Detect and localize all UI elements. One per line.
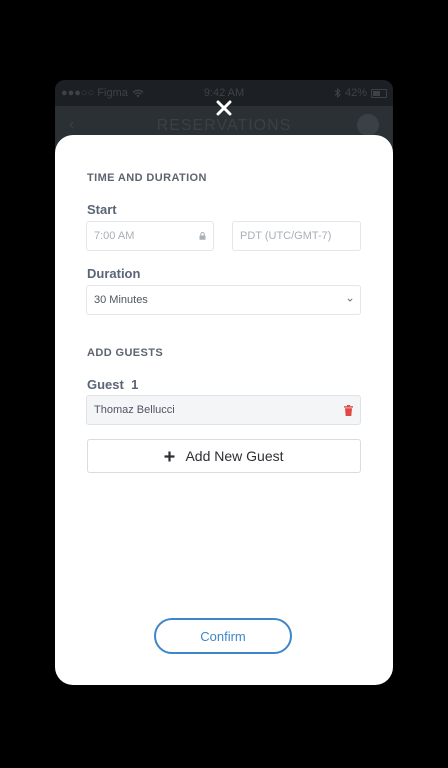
time-duration-heading: TIME AND DURATION (87, 172, 207, 184)
start-label: Start (87, 202, 117, 217)
lock-icon (199, 232, 206, 240)
duration-label: Duration (87, 266, 141, 281)
timezone-placeholder: PDT (UTC/GMT-7) (240, 230, 332, 242)
add-guests-heading: ADD GUESTS (87, 347, 164, 359)
start-time-value: 7:00 AM (94, 230, 135, 242)
close-icon (216, 100, 232, 116)
add-new-guest-label: Add New Guest (185, 448, 284, 464)
guest-1-field[interactable]: Thomaz Bellucci (86, 395, 361, 425)
confirm-label: Confirm (200, 628, 246, 644)
start-time-field[interactable]: 7:00 AM (86, 221, 214, 251)
avatar (357, 114, 379, 136)
plus-icon (164, 451, 175, 461)
guest-1-name: Thomaz Bellucci (94, 404, 175, 416)
duration-value: 30 Minutes (94, 294, 148, 306)
battery-icon (371, 88, 387, 98)
trash-icon (344, 404, 353, 416)
duration-select[interactable]: 30 Minutes (86, 285, 361, 315)
confirm-button[interactable]: Confirm (154, 618, 292, 654)
close-button[interactable] (210, 94, 238, 122)
add-new-guest-button[interactable]: Add New Guest (87, 439, 361, 473)
reservation-modal: TIME AND DURATION Start 7:00 AM PDT (UTC… (55, 135, 393, 685)
delete-guest-button[interactable] (344, 404, 353, 416)
chevron-down-icon (347, 298, 353, 302)
screen: ●●●○○ Figma 9:42 AM 42% ‹ RESERVATIONS T… (0, 0, 448, 768)
guest-1-label: Guest 1 (87, 377, 139, 392)
back-arrow-icon: ‹ (69, 116, 76, 133)
timezone-field[interactable]: PDT (UTC/GMT-7) (232, 221, 361, 251)
